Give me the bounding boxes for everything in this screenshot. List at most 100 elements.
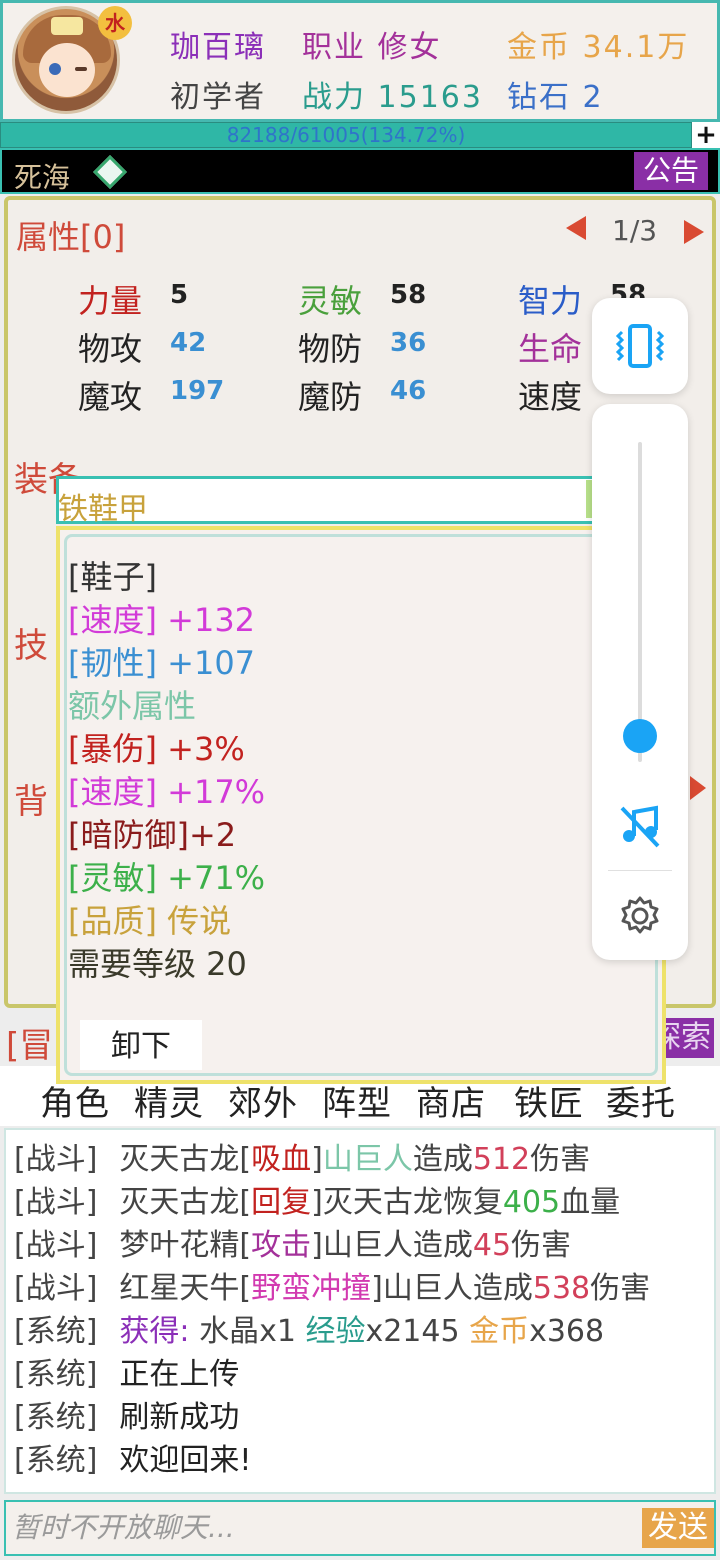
stat-value: 46 <box>390 376 427 406</box>
volume-slider[interactable] <box>638 442 642 762</box>
log-text: 山巨人 <box>322 1142 413 1177</box>
log-text: 欢迎回来! <box>119 1443 252 1478</box>
skill-section-label: 技 <box>14 626 48 666</box>
log-text: 吸血 <box>251 1142 312 1177</box>
send-button[interactable]: 发送 <box>642 1508 714 1548</box>
item-stat-line: [暗防御]+2 <box>68 816 237 854</box>
log-text: ] <box>311 1185 323 1220</box>
prev-page-icon[interactable] <box>566 216 586 240</box>
log-tag: [系统] <box>14 1443 98 1478</box>
log-text: 攻击 <box>251 1228 312 1263</box>
log-tag: [系统] <box>14 1357 98 1392</box>
item-stat-line: [韧性] +107 <box>68 644 256 682</box>
next-page-icon[interactable] <box>684 220 704 244</box>
combat-power: 战力 15163 <box>302 80 483 115</box>
log-text: 伤害 <box>530 1142 591 1177</box>
log-text: [ <box>239 1142 252 1177</box>
item-stat-line: [速度] +17% <box>68 773 266 811</box>
log-text: 正在上传 <box>119 1357 240 1392</box>
stat-value: 5 <box>170 280 189 310</box>
log-text: 405 <box>502 1185 561 1220</box>
stat-value: 197 <box>170 376 225 406</box>
log-text: 梦叶花精 <box>119 1228 240 1263</box>
log-text: x2145 <box>365 1314 470 1349</box>
stat-label: 力量 <box>78 282 143 320</box>
exp-text: 82188/61005(134.72%) <box>226 123 466 147</box>
stat-label: 物防 <box>298 330 363 368</box>
log-row: [战斗] 红星天牛[野蛮冲撞]山巨人造成538伤害 <box>14 1263 650 1307</box>
element-badge: 水 <box>98 6 132 40</box>
attribute-title: 属性[0] <box>16 218 126 256</box>
log-text: 伤害 <box>590 1271 651 1306</box>
log-row: [系统] 欢迎回来! <box>14 1435 251 1479</box>
stat-value: 42 <box>170 328 207 358</box>
log-text: 血量 <box>560 1185 621 1220</box>
stat-value: 36 <box>390 328 427 358</box>
stat-label: 灵敏 <box>298 282 363 320</box>
log-text: [ <box>239 1185 252 1220</box>
log-tag: [战斗] <box>14 1142 98 1177</box>
log-text: [ <box>239 1271 252 1306</box>
stat-value: 58 <box>390 280 427 310</box>
log-text: 水晶x1 <box>189 1314 306 1349</box>
chat-input[interactable]: 暂时不开放聊天... <box>4 1500 716 1556</box>
log-text: ] <box>371 1271 383 1306</box>
item-stat-line: 额外属性 <box>68 687 197 725</box>
log-text: 45 <box>472 1228 512 1263</box>
log-text: 金币 <box>469 1314 530 1349</box>
stat-label: 速度 <box>518 378 583 416</box>
stat-label: 智力 <box>518 282 583 320</box>
stat-label: 魔攻 <box>78 378 143 416</box>
page-indicator: 1/3 <box>612 214 658 247</box>
item-stat-line: [鞋子] <box>68 558 157 596</box>
log-text: 造成 <box>412 1142 473 1177</box>
log-row: [战斗] 灭天古龙[吸血]山巨人造成512伤害 <box>14 1134 590 1178</box>
gold-count: 金币 34.1万 <box>507 30 690 65</box>
log-text: 经验 <box>305 1314 366 1349</box>
bag-section-label: 背 <box>14 782 48 822</box>
log-text: ] <box>311 1228 323 1263</box>
job-label: 职业 修女 <box>302 30 442 65</box>
stat-label: 物攻 <box>78 330 143 368</box>
log-tag: [系统] <box>14 1314 98 1349</box>
log-row: [系统] 获得: 水晶x1 经验x2145 金币x368 <box>14 1306 604 1350</box>
item-stat-line: [灵敏] +71% <box>68 859 266 897</box>
log-text: 山巨人造成 <box>382 1271 533 1306</box>
exp-plus-button[interactable]: + <box>692 122 720 148</box>
log-text: 红星天牛 <box>119 1271 240 1306</box>
rank-label: 初学者 <box>170 80 266 115</box>
log-tag: [战斗] <box>14 1228 98 1263</box>
notice-button[interactable]: 公告 <box>634 152 708 190</box>
overlay-divider <box>608 870 672 871</box>
volume-slider-thumb[interactable] <box>623 719 657 753</box>
log-text: 野蛮冲撞 <box>251 1271 372 1306</box>
log-tag: [战斗] <box>14 1185 98 1220</box>
vibrate-icon <box>615 324 665 368</box>
log-text: 512 <box>472 1142 531 1177</box>
log-text: x368 <box>529 1314 605 1349</box>
unequip-button[interactable]: 卸下 <box>80 1020 202 1070</box>
item-name: 铁鞋甲 <box>58 492 148 527</box>
stat-label: 生命 <box>518 330 583 368</box>
log-text: ] <box>311 1142 323 1177</box>
location-name: 死海 <box>14 161 71 194</box>
item-stat-line: [品质] 传说 <box>68 902 232 940</box>
log-text: 回复 <box>251 1185 312 1220</box>
vibrate-toggle[interactable] <box>592 298 688 394</box>
log-row: [战斗] 灭天古龙[回复]灭天古龙恢复405血量 <box>14 1177 620 1221</box>
log-text: 获得: <box>119 1314 190 1349</box>
log-text: 灭天古龙恢复 <box>322 1185 503 1220</box>
log-tag: [系统] <box>14 1400 98 1435</box>
player-name: 珈百璃 <box>170 30 266 65</box>
media-mute-icon[interactable] <box>616 802 664 850</box>
bag-next-icon[interactable] <box>690 776 706 800</box>
settings-gear-icon[interactable] <box>618 894 662 938</box>
item-stat-line: [速度] +132 <box>68 601 256 639</box>
log-row: [系统] 正在上传 <box>14 1349 239 1393</box>
log-text: 灭天古龙 <box>119 1185 240 1220</box>
log-text: 伤害 <box>511 1228 572 1263</box>
stat-label: 魔防 <box>298 378 363 416</box>
log-text: 山巨人造成 <box>322 1228 473 1263</box>
log-text: 刷新成功 <box>119 1400 240 1435</box>
log-tag: [战斗] <box>14 1271 98 1306</box>
